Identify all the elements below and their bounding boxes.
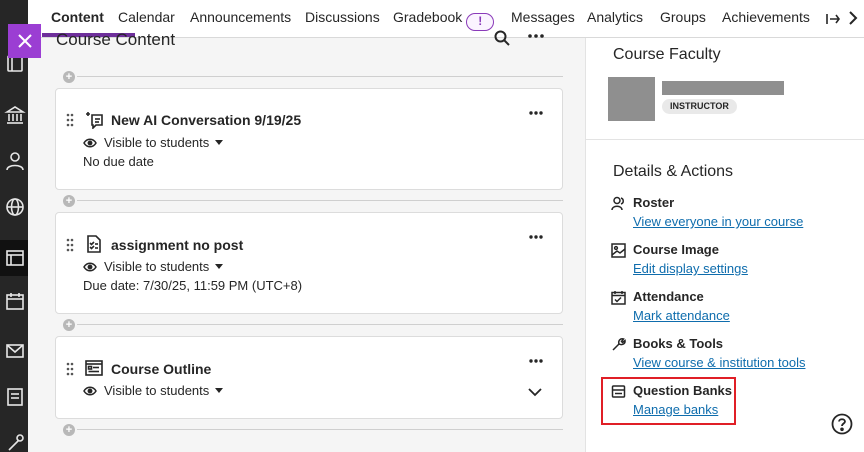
tab-gradebook[interactable]: Gradebook! (393, 9, 495, 31)
content-item-card[interactable]: Course Outline Visible to students (55, 336, 563, 419)
tab-achievements[interactable]: Achievements (722, 9, 810, 25)
attendance-icon (611, 291, 626, 305)
item-more-options-icon[interactable] (528, 110, 544, 116)
divider-line (77, 429, 563, 430)
visibility-label: Visible to students (104, 259, 210, 274)
divider-line (77, 324, 563, 325)
tools-icon[interactable] (4, 432, 26, 452)
drag-handle-icon[interactable] (66, 113, 74, 127)
item-more-options-icon[interactable] (528, 358, 544, 364)
tab-analytics[interactable]: Analytics (587, 9, 643, 25)
tab-calendar[interactable]: Calendar (118, 9, 175, 25)
caret-down-icon (215, 264, 224, 269)
content-item-title[interactable]: Course Outline (111, 361, 211, 377)
more-options-icon[interactable] (527, 30, 545, 42)
action-label: Course Image (633, 242, 719, 257)
tab-discussions[interactable]: Discussions (305, 9, 380, 25)
visibility-dropdown[interactable]: Visible to students (83, 383, 224, 398)
mark-attendance-link[interactable]: Mark attendance (633, 308, 730, 323)
left-navigation-rail (0, 0, 28, 452)
course-faculty-heading: Course Faculty (613, 46, 721, 63)
chevron-right-icon[interactable] (846, 8, 860, 28)
view-tools-link[interactable]: View course & institution tools (633, 355, 805, 370)
roster-link[interactable]: View everyone in your course (633, 214, 803, 229)
ai-conversation-icon (86, 112, 103, 129)
help-icon[interactable] (831, 413, 853, 435)
avatar[interactable] (608, 77, 655, 121)
eye-icon (83, 138, 97, 147)
assignment-icon (87, 235, 101, 253)
roster-icon (611, 196, 624, 211)
edit-display-settings-link[interactable]: Edit display settings (633, 261, 748, 276)
item-more-options-icon[interactable] (528, 234, 544, 240)
eye-icon (83, 262, 97, 271)
plus-icon[interactable]: + (63, 71, 75, 83)
divider-line (77, 76, 563, 77)
visibility-label: Visible to students (104, 383, 210, 398)
visibility-dropdown[interactable]: Visible to students (83, 259, 224, 274)
instructor-badge: INSTRUCTOR (662, 99, 737, 114)
caret-down-icon (215, 140, 224, 145)
details-actions-heading: Details & Actions (613, 163, 734, 180)
tab-messages[interactable]: Messages (511, 9, 575, 25)
eye-icon (83, 386, 97, 395)
faculty-name-redacted[interactable] (662, 81, 784, 95)
drag-handle-icon[interactable] (66, 362, 74, 376)
gradebook-alert-badge: ! (466, 13, 495, 31)
chevron-down-icon[interactable] (527, 387, 543, 397)
action-label: Books & Tools (633, 336, 724, 351)
add-content-divider[interactable]: + (63, 424, 563, 436)
plus-icon[interactable]: + (63, 195, 75, 207)
panel-divider (586, 139, 864, 140)
divider-line (77, 200, 563, 201)
courses-icon[interactable] (0, 240, 28, 276)
add-content-divider[interactable]: + (63, 195, 563, 207)
action-label: Roster (633, 195, 675, 210)
institution-icon[interactable] (4, 104, 26, 126)
content-item-title[interactable]: New AI Conversation 9/19/25 (111, 112, 301, 128)
due-date-text: Due date: 7/30/25, 11:59 PM (UTC+8) (83, 278, 303, 293)
globe-icon[interactable] (4, 196, 26, 218)
close-icon (17, 34, 32, 48)
image-icon (611, 243, 626, 258)
profile-icon[interactable] (4, 150, 26, 172)
mail-icon[interactable] (4, 340, 26, 362)
plus-icon[interactable]: + (63, 424, 75, 436)
drag-handle-icon[interactable] (66, 238, 74, 252)
search-icon[interactable] (494, 30, 510, 46)
content-item-card[interactable]: New AI Conversation 9/19/25 Visible to s… (55, 88, 563, 190)
more-tabs-icon[interactable] (824, 10, 842, 28)
due-date-text: No due date (83, 154, 154, 169)
caret-down-icon (215, 388, 224, 393)
course-content-title: Course Content (56, 30, 176, 49)
tab-announcements[interactable]: Announcements (190, 9, 291, 25)
close-course-button[interactable] (8, 24, 41, 58)
add-content-divider[interactable]: + (63, 71, 563, 83)
action-label: Attendance (633, 289, 704, 304)
calendar-icon[interactable] (4, 290, 26, 312)
tab-content[interactable]: Content (51, 9, 104, 25)
visibility-label: Visible to students (104, 135, 210, 150)
plus-icon[interactable]: + (63, 319, 75, 331)
content-item-card[interactable]: assignment no post Visible to students D… (55, 212, 563, 314)
wrench-icon (612, 338, 626, 351)
visibility-dropdown[interactable]: Visible to students (83, 135, 224, 150)
content-item-title[interactable]: assignment no post (111, 237, 243, 253)
highlight-box (601, 377, 736, 425)
grades-icon[interactable] (4, 386, 26, 408)
tab-gradebook-label: Gradebook (393, 9, 463, 25)
tab-groups[interactable]: Groups (660, 9, 706, 25)
add-content-divider[interactable]: + (63, 319, 563, 331)
document-icon (85, 360, 103, 376)
